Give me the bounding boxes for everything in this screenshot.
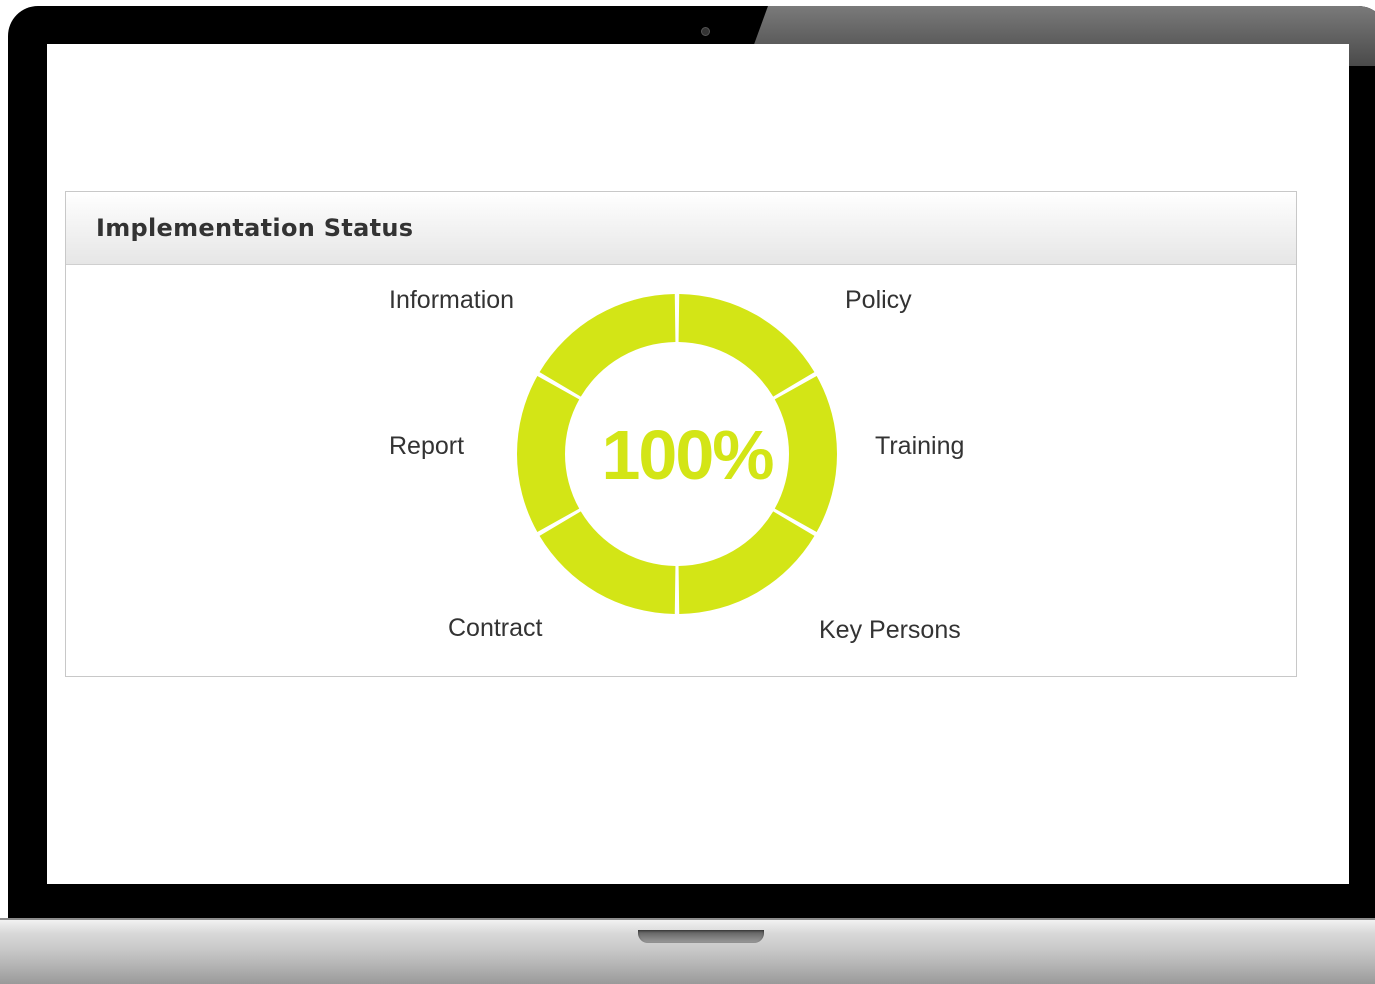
donut-segment-contract — [539, 511, 676, 614]
donut-segment-key-persons — [678, 511, 815, 614]
segment-label-key-persons: Key Persons — [819, 616, 961, 644]
donut-segment-training — [774, 375, 838, 533]
segment-label-report: Report — [389, 432, 465, 460]
donut-segment-information — [539, 294, 676, 397]
segment-label-training: Training — [875, 432, 965, 460]
segment-label-contract: Contract — [448, 614, 543, 642]
completion-percent: 100% — [601, 416, 774, 494]
segment-label-information: Information — [389, 286, 515, 314]
donut-segment-report — [517, 375, 580, 533]
segment-label-policy: Policy — [845, 286, 912, 314]
donut-segment-policy — [678, 294, 815, 397]
